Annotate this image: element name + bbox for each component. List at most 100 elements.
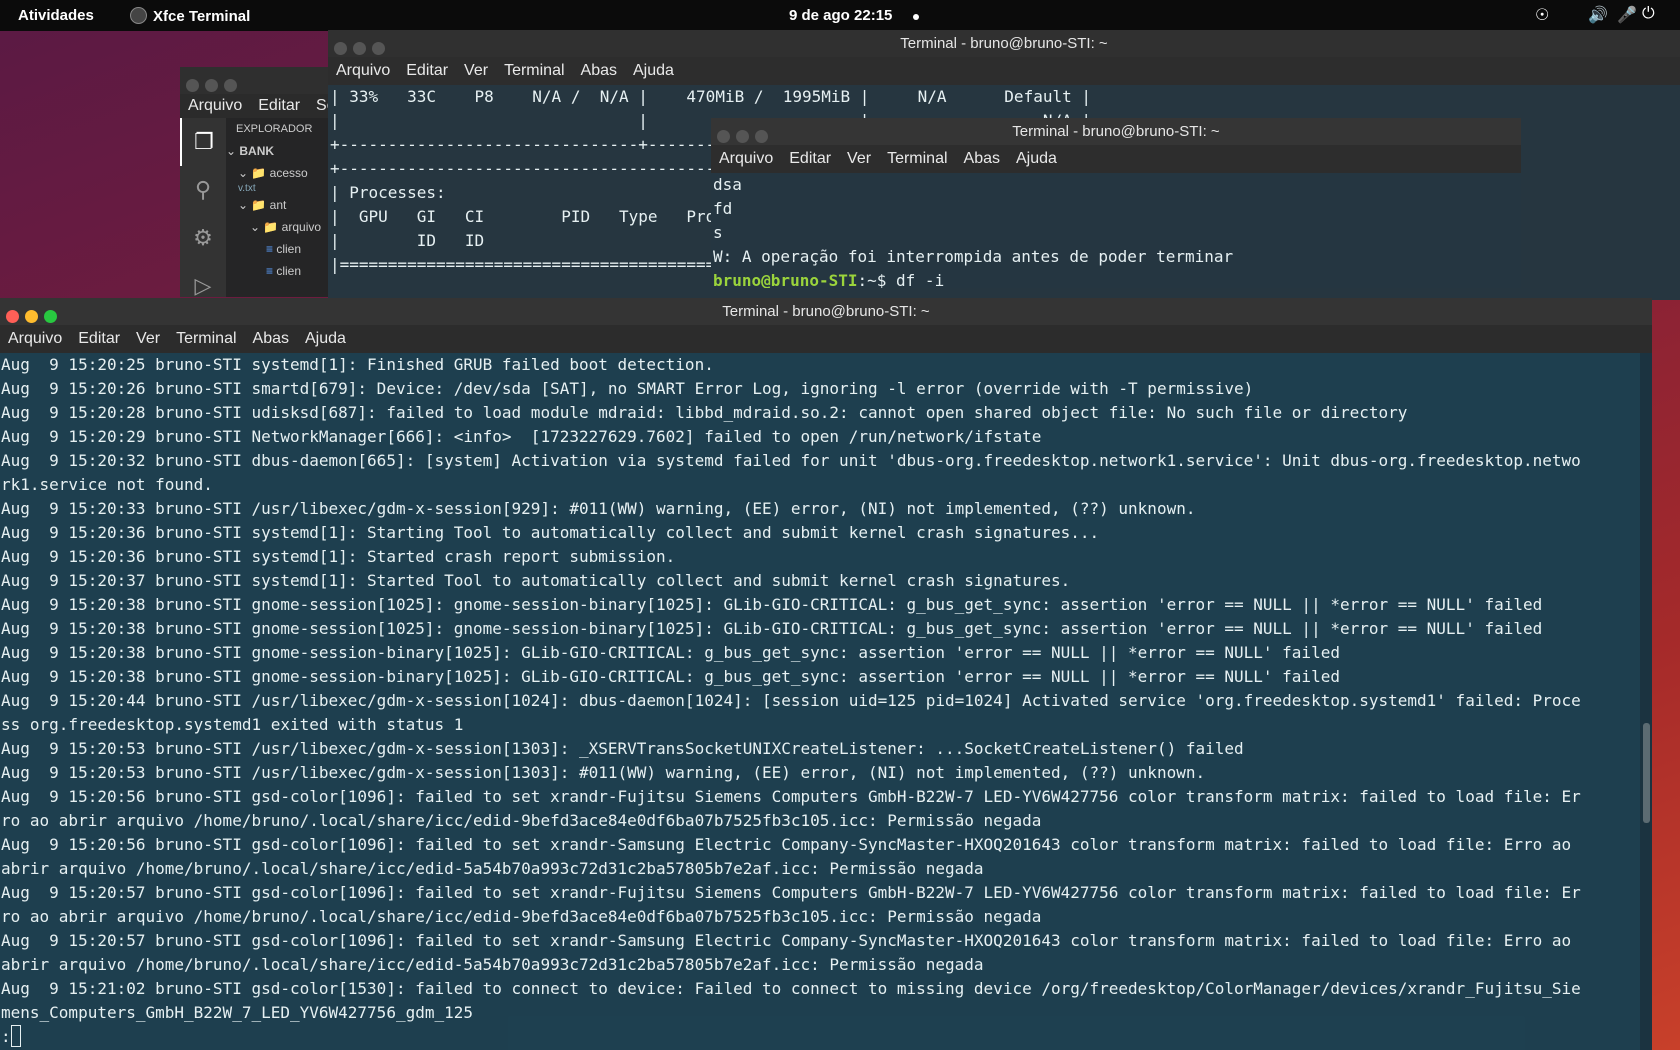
terminal-line: ro ao abrir arquivo /home/bruno/.local/s… xyxy=(1,907,1042,926)
terminal-line: Aug 9 15:20:38 bruno-STI gnome-session-b… xyxy=(1,643,1340,662)
terminal-menubar: Arquivo Editar Ver Terminal Abas Ajuda xyxy=(0,325,1652,353)
activities-button[interactable]: Atividades xyxy=(18,7,94,24)
terminal-line: W: A operação foi interrompida antes de … xyxy=(713,247,1234,266)
maximize-icon[interactable] xyxy=(755,130,768,143)
terminal-line: s xyxy=(713,223,723,242)
terminal-line: Aug 9 15:20:32 bruno-STI dbus-daemon[665… xyxy=(1,451,1581,470)
terminal-titlebar[interactable]: Terminal - bruno@bruno-STI: ~ xyxy=(0,298,1652,325)
scrollbar-thumb[interactable] xyxy=(1643,723,1650,823)
terminal-line: abrir arquivo /home/bruno/.local/share/i… xyxy=(1,859,984,878)
menu-ver[interactable]: Ver xyxy=(847,150,871,167)
terminal-menubar: Arquivo Editar Ver Terminal Abas Ajuda xyxy=(328,57,1680,85)
app-menu[interactable]: Xfce Terminal xyxy=(130,7,250,25)
volume-icon[interactable]: 🔊 xyxy=(1588,5,1608,25)
chevron-down-icon: ⌄ xyxy=(226,144,240,158)
terminal-app-icon xyxy=(130,7,147,24)
menu-abas[interactable]: Abas xyxy=(581,62,617,79)
terminal-line: Aug 9 15:20:37 bruno-STI systemd[1]: Sta… xyxy=(1,571,1071,590)
menu-ver[interactable]: Ver xyxy=(136,330,160,347)
window-title: Terminal - bruno@bruno-STI: ~ xyxy=(900,35,1108,52)
menu-arquivo[interactable]: Arquivo xyxy=(719,150,773,167)
terminal-line: Aug 9 15:20:56 bruno-STI gsd-color[1096]… xyxy=(1,835,1572,854)
menu-abas[interactable]: Abas xyxy=(253,330,289,347)
terminal-titlebar[interactable]: Terminal - bruno@bruno-STI: ~ xyxy=(711,118,1521,145)
maximize-icon[interactable] xyxy=(372,42,385,55)
terminal-line: Aug 9 15:20:25 bruno-STI systemd[1]: Fin… xyxy=(1,355,714,374)
terminal-line: Aug 9 15:20:53 bruno-STI /usr/libexec/gd… xyxy=(1,739,1244,758)
menu-ajuda[interactable]: Ajuda xyxy=(1016,150,1057,167)
maximize-icon[interactable] xyxy=(224,79,237,92)
explorer-files-icon[interactable]: ❐ xyxy=(180,118,226,166)
terminal-line: Aug 9 15:20:33 bruno-STI /usr/libexec/gd… xyxy=(1,499,1196,518)
menu-terminal[interactable]: Terminal xyxy=(504,62,564,79)
prompt-command: :~$ df -i xyxy=(857,271,945,288)
menu-editar[interactable]: Editar xyxy=(258,97,300,114)
scrollbar[interactable] xyxy=(1640,353,1652,1050)
menu-ajuda[interactable]: Ajuda xyxy=(305,330,346,347)
terminal-line: Aug 9 15:20:29 bruno-STI NetworkManager[… xyxy=(1,427,1042,446)
terminal-line: fd xyxy=(713,199,733,218)
terminal-line: ss org.freedesktop.systemd1 exited with … xyxy=(1,715,464,734)
terminal-output[interactable]: dsa fd s W: A operação foi interrompida ant… xyxy=(711,173,1521,288)
text-cursor xyxy=(10,1025,21,1047)
close-icon[interactable] xyxy=(717,130,730,143)
terminal-line: Aug 9 15:20:36 bruno-STI systemd[1]: Sta… xyxy=(1,523,1100,542)
maximize-icon[interactable] xyxy=(44,310,57,323)
menu-arquivo[interactable]: Arquivo xyxy=(8,330,62,347)
terminal-menubar: Arquivo Editar Ver Terminal Abas Ajuda xyxy=(711,145,1521,173)
terminal-line: mens_Computers_GmbH_B22W_7_LED_YV6W42775… xyxy=(1,1003,474,1022)
terminal-output[interactable]: Aug 9 15:20:25 bruno-STI systemd[1]: Fin… xyxy=(0,353,1640,1050)
window-title: Terminal - bruno@bruno-STI: ~ xyxy=(722,303,930,320)
top-bar: Atividades Xfce Terminal 9 de ago 22:15 … xyxy=(0,0,1680,31)
terminal-line: Aug 9 15:20:26 bruno-STI smartd[679]: De… xyxy=(1,379,1254,398)
terminal-line: | 33% 33C P8 N/A / N/A | 470MiB / 1995Mi… xyxy=(330,87,1091,106)
pager-prompt[interactable]: : xyxy=(1,1025,1640,1049)
menu-ver[interactable]: Ver xyxy=(464,62,488,79)
terminal-window-3[interactable]: Terminal - bruno@bruno-STI: ~ Arquivo Edi… xyxy=(0,298,1652,1050)
run-debug-icon[interactable]: ▷ xyxy=(180,262,226,297)
menu-terminal[interactable]: Terminal xyxy=(176,330,236,347)
search-icon[interactable]: ⚲ xyxy=(180,166,226,214)
menu-editar[interactable]: Editar xyxy=(78,330,120,347)
terminal-line: dsa xyxy=(713,175,742,194)
clock[interactable]: 9 de ago 22:15 xyxy=(789,7,892,24)
folder-icon: ⌄ 📁 xyxy=(250,220,282,234)
close-icon[interactable] xyxy=(334,42,347,55)
terminal-line: rk1.service not found. xyxy=(1,475,213,494)
folder-icon: ⌄ 📁 xyxy=(238,198,270,212)
menu-terminal[interactable]: Terminal xyxy=(887,150,947,167)
activity-bar: ❐ ⚲ ⚙ ▷ xyxy=(180,118,226,297)
terminal-line: ro ao abrir arquivo /home/bruno/.local/s… xyxy=(1,811,1042,830)
source-control-icon[interactable]: ⚙ xyxy=(180,214,226,262)
menu-editar[interactable]: Editar xyxy=(406,62,448,79)
power-icon[interactable]: ⏻ xyxy=(1642,5,1655,23)
terminal-line: Aug 9 15:20:44 bruno-STI /usr/libexec/gd… xyxy=(1,691,1581,710)
close-icon[interactable] xyxy=(186,79,199,92)
menu-arquivo[interactable]: Arquivo xyxy=(336,62,390,79)
terminal-window-2[interactable]: Terminal - bruno@bruno-STI: ~ Arquivo Edi… xyxy=(711,118,1521,288)
close-icon[interactable] xyxy=(6,310,19,323)
terminal-line: Aug 9 15:20:38 bruno-STI gnome-session-b… xyxy=(1,667,1340,686)
menu-ajuda[interactable]: Ajuda xyxy=(633,62,674,79)
minimize-icon[interactable] xyxy=(736,130,749,143)
microphone-icon[interactable]: 🎤 xyxy=(1617,5,1637,25)
terminal-line: Aug 9 15:20:56 bruno-STI gsd-color[1096]… xyxy=(1,787,1581,806)
terminal-line: Aug 9 15:20:38 bruno-STI gnome-session[1… xyxy=(1,619,1543,638)
terminal-line: Aug 9 15:20:53 bruno-STI /usr/libexec/gd… xyxy=(1,763,1206,782)
terminal-line: Aug 9 15:20:57 bruno-STI gsd-color[1096]… xyxy=(1,883,1581,902)
shell-prompt: bruno@bruno-STI:~$ df -i xyxy=(713,269,1521,288)
notification-dot-icon xyxy=(913,14,919,20)
accessibility-icon[interactable]: ☉ xyxy=(1535,5,1549,25)
minimize-icon[interactable] xyxy=(205,79,218,92)
menu-editar[interactable]: Editar xyxy=(789,150,831,167)
menu-abas[interactable]: Abas xyxy=(964,150,1000,167)
pager-prompt-text: : xyxy=(1,1027,11,1046)
terminal-titlebar[interactable]: Terminal - bruno@bruno-STI: ~ xyxy=(328,30,1680,57)
minimize-icon[interactable] xyxy=(353,42,366,55)
terminal-line: Aug 9 15:21:02 bruno-STI gsd-color[1530]… xyxy=(1,979,1581,998)
minimize-icon[interactable] xyxy=(25,310,38,323)
menu-arquivo[interactable]: Arquivo xyxy=(188,97,242,114)
terminal-line: abrir arquivo /home/bruno/.local/share/i… xyxy=(1,955,984,974)
css-file-icon: ≡ xyxy=(266,264,277,278)
app-name: Xfce Terminal xyxy=(153,8,251,25)
